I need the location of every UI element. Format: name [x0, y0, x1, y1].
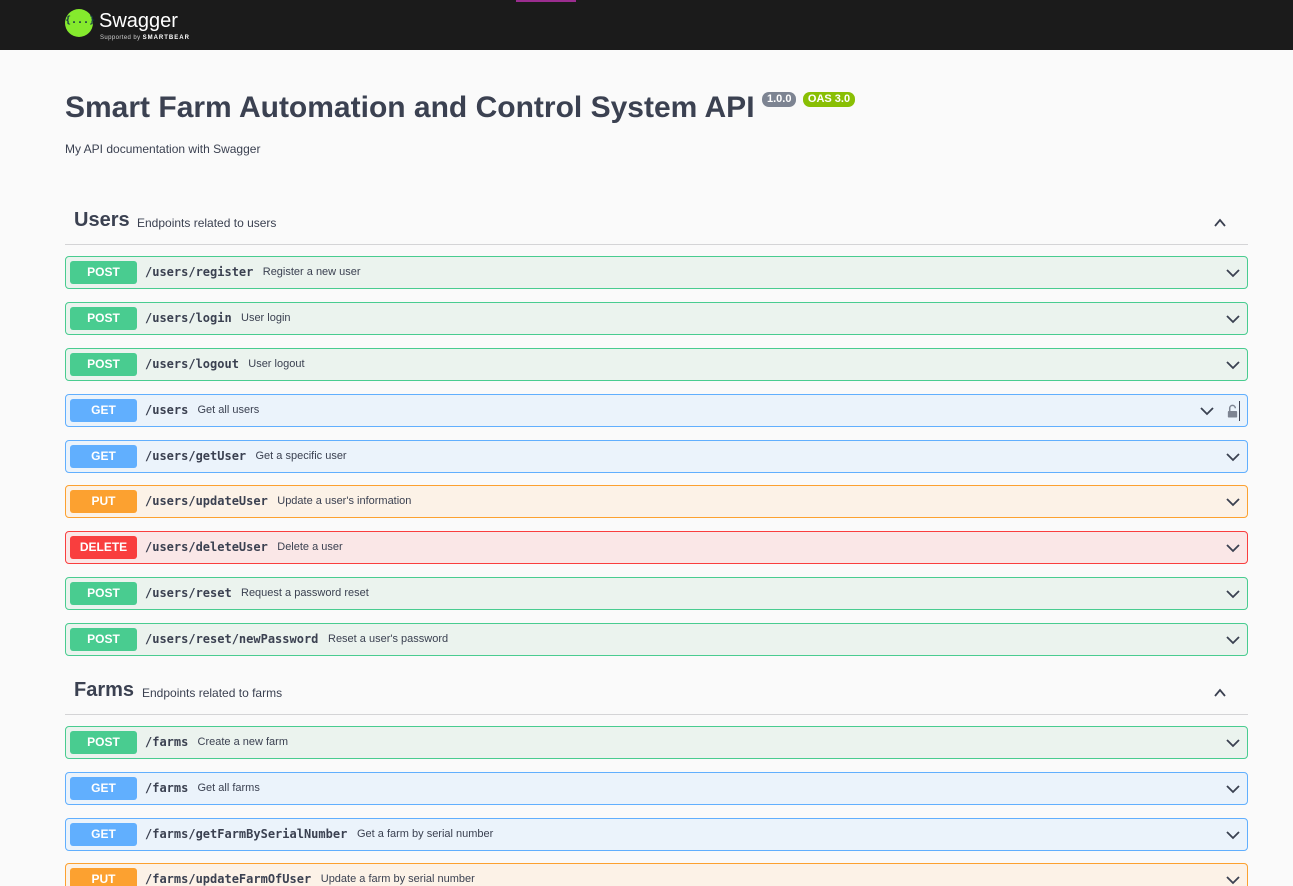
chevron-down-icon[interactable] — [1226, 267, 1240, 279]
endpoint-path[interactable]: /users/deleteUser — [145, 540, 268, 554]
topbar-accent — [516, 0, 576, 2]
version-badge: 1.0.0 — [761, 92, 797, 107]
swagger-logo[interactable]: {...} Swagger Supported by SMARTBEAR — [65, 8, 205, 44]
method-badge: POST — [70, 628, 137, 651]
logo-subtitle: Supported by SMARTBEAR — [100, 35, 190, 41]
endpoint-path[interactable]: /users/updateUser — [145, 494, 268, 508]
tag-header-farms[interactable]: Farms Endpoints related to farms — [65, 670, 1248, 715]
topbar: {...} Swagger Supported by SMARTBEAR — [0, 0, 1293, 50]
chevron-up-icon[interactable] — [1214, 217, 1226, 229]
tag-name: Users — [74, 209, 130, 231]
chevron-up-icon[interactable] — [1214, 687, 1226, 699]
logo-sub-brand: SMARTBEAR — [142, 35, 190, 41]
endpoint-summary: Create a new farm — [197, 736, 288, 748]
api-title-row: Smart Farm Automation and Control System… — [65, 89, 856, 129]
tag-description: Endpoints related to farms — [142, 686, 283, 700]
method-badge: PUT — [70, 490, 137, 514]
endpoint-summary: Get all users — [197, 403, 260, 416]
endpoint-path[interactable]: /users/login — [145, 311, 232, 325]
chevron-down-icon[interactable] — [1200, 405, 1214, 417]
tag-section-farms: Farms Endpoints related to farms POST/fa… — [65, 670, 1248, 886]
chevron-down-icon[interactable] — [1226, 451, 1240, 463]
operation-get[interactable]: GET/users/getUser Get a specific user — [65, 439, 1248, 473]
logo-name: Swagger — [99, 10, 178, 32]
endpoint-summary: Get a farm by serial number — [357, 827, 494, 840]
endpoint-path[interactable]: /users/reset/newPassword — [145, 632, 318, 646]
operation-post[interactable]: POST/users/register Register a new user — [65, 256, 1248, 289]
endpoint-summary: Get a specific user — [255, 449, 347, 462]
page-title: Smart Farm Automation and Control System… — [65, 91, 755, 124]
operation-post[interactable]: POST/users/reset/newPassword Reset a user… — [65, 623, 1248, 656]
logo-glyph: {...} — [65, 15, 96, 26]
method-badge: POST — [70, 582, 137, 606]
operation-post[interactable]: POST/users/reset Request a password reset — [65, 577, 1248, 611]
chevron-down-icon[interactable] — [1226, 313, 1240, 325]
operation-get[interactable]: GET/farms/getFarmBySerialNumber Get a far… — [65, 817, 1248, 851]
chevron-down-icon[interactable] — [1226, 874, 1240, 886]
operation-delete[interactable]: DELETE/users/deleteUser Delete a user — [65, 531, 1248, 565]
operation-post[interactable]: POST/users/login User login — [65, 301, 1248, 335]
endpoint-summary: Delete a user — [277, 541, 343, 554]
chevron-down-icon[interactable] — [1226, 496, 1240, 508]
endpoint-summary: Update a farm by serial number — [320, 873, 475, 886]
endpoint-path[interactable]: /users/logout — [145, 357, 239, 371]
method-badge: GET — [70, 398, 137, 422]
method-badge: DELETE — [70, 536, 137, 560]
chevron-down-icon[interactable] — [1226, 829, 1240, 841]
method-badge: POST — [70, 261, 137, 284]
endpoint-path[interactable]: /farms — [145, 781, 188, 795]
operation-get[interactable]: GET/farms Get all farms — [65, 771, 1248, 805]
chevron-down-icon[interactable] — [1226, 783, 1240, 795]
method-badge: PUT — [70, 868, 137, 886]
chevron-down-icon[interactable] — [1226, 737, 1240, 749]
oas-badge: OAS 3.0 — [802, 92, 856, 107]
operation-post[interactable]: POST/farms Create a new farm — [65, 726, 1248, 759]
endpoint-summary: User login — [241, 311, 291, 324]
method-badge: POST — [70, 731, 137, 754]
endpoint-path[interactable]: /farms/updateFarmOfUser — [145, 872, 311, 886]
logo-sub-prefix: Supported by — [100, 35, 141, 41]
tag-header-users[interactable]: Users Endpoints related to users — [65, 200, 1248, 245]
endpoint-path[interactable]: /users/reset — [145, 586, 232, 600]
method-badge: GET — [70, 444, 137, 468]
chevron-down-icon[interactable] — [1226, 588, 1240, 600]
endpoint-path[interactable]: /farms — [145, 735, 188, 749]
endpoint-path[interactable]: /users — [145, 403, 188, 417]
tag-description: Endpoints related to users — [137, 216, 277, 230]
chevron-down-icon[interactable] — [1226, 634, 1240, 646]
method-badge: POST — [70, 306, 137, 330]
operation-put[interactable]: PUT/farms/updateFarmOfUser Update a farm … — [65, 863, 1248, 886]
method-badge: POST — [70, 352, 137, 376]
operation-get[interactable]: GET/users Get all users — [65, 393, 1248, 427]
api-description: My API documentation with Swagger — [65, 142, 261, 156]
endpoint-path[interactable]: /users/register — [145, 265, 253, 279]
method-badge: GET — [70, 822, 137, 846]
tag-name: Farms — [74, 679, 135, 701]
endpoint-summary: Request a password reset — [241, 587, 369, 600]
endpoint-summary: Update a user's information — [277, 495, 412, 508]
chevron-down-icon[interactable] — [1226, 542, 1240, 554]
endpoint-path[interactable]: /farms/getFarmBySerialNumber — [145, 827, 347, 841]
swagger-logo-icon: {...} — [65, 9, 96, 37]
tag-section-users: Users Endpoints related to users POST/us… — [65, 200, 1248, 656]
method-badge: GET — [70, 776, 137, 800]
endpoint-summary: Get all farms — [197, 781, 260, 794]
chevron-down-icon[interactable] — [1226, 359, 1240, 371]
endpoint-summary: User logout — [248, 357, 305, 370]
endpoint-summary: Reset a user's password — [328, 633, 449, 645]
lock-icon[interactable] — [1226, 400, 1240, 421]
endpoint-path[interactable]: /users/getUser — [145, 449, 246, 463]
operation-post[interactable]: POST/users/logout User logout — [65, 347, 1248, 381]
endpoint-summary: Register a new user — [262, 266, 361, 278]
operation-put[interactable]: PUT/users/updateUser Update a user's info… — [65, 485, 1248, 519]
